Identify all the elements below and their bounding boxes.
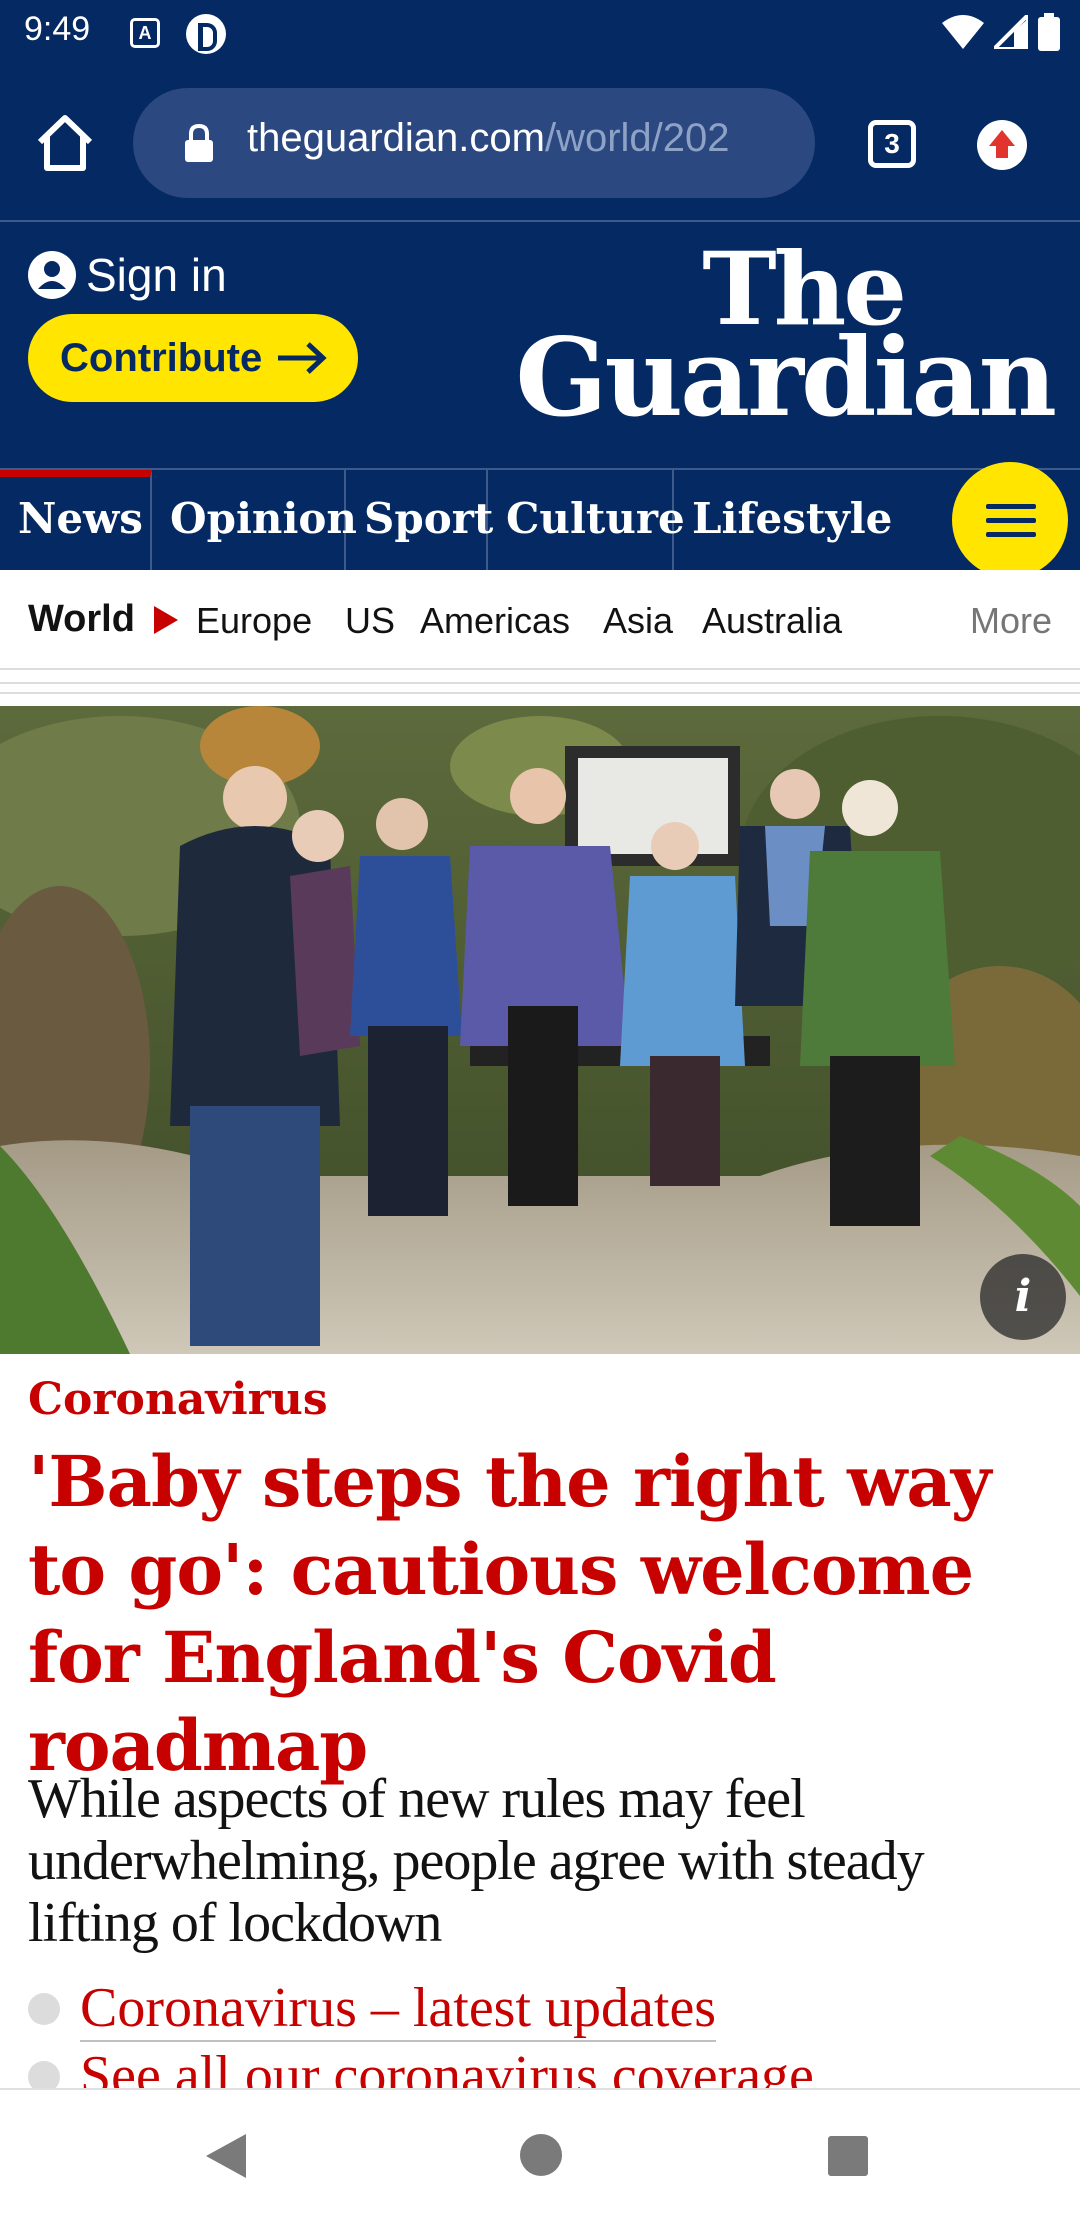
divider bbox=[0, 692, 1080, 694]
subnav-item-asia[interactable]: Asia bbox=[603, 600, 673, 642]
arrow-right-icon bbox=[278, 342, 327, 374]
home-icon[interactable] bbox=[34, 112, 96, 174]
article-standfirst: While aspects of new rules may feel unde… bbox=[28, 1768, 925, 1954]
subnav-item-europe[interactable]: Europe bbox=[196, 600, 312, 642]
back-icon[interactable] bbox=[206, 2134, 246, 2178]
article-main-image: i bbox=[0, 706, 1080, 1354]
user-icon bbox=[28, 251, 76, 299]
url-bar[interactable]: theguardian.com/world/202 bbox=[133, 88, 815, 198]
subnav-item-australia[interactable]: Australia bbox=[702, 600, 842, 642]
group-photo bbox=[0, 706, 1080, 1354]
triangle-right-icon bbox=[154, 606, 178, 634]
cell-signal-icon bbox=[994, 15, 1028, 49]
article-headline: 'Baby steps the right way to go': cautio… bbox=[28, 1440, 991, 1787]
image-info-button[interactable]: i bbox=[980, 1254, 1066, 1340]
contribute-label: Contribute bbox=[60, 335, 263, 380]
url-text: theguardian.com/world/202 bbox=[247, 116, 730, 160]
lock-icon bbox=[185, 124, 213, 162]
nav-sport[interactable]: Sport bbox=[346, 470, 493, 570]
menu-button[interactable] bbox=[952, 462, 1068, 578]
nav-opinion[interactable]: Opinion bbox=[152, 470, 357, 570]
contribute-button[interactable]: Contribute bbox=[28, 314, 358, 402]
subnav-more[interactable]: More bbox=[970, 600, 1052, 642]
recent-apps-icon[interactable] bbox=[828, 2136, 868, 2176]
system-navigation-bar bbox=[0, 2088, 1080, 2220]
subnav-item-us[interactable]: US bbox=[345, 600, 395, 642]
divider bbox=[0, 682, 1080, 684]
subnav-item-americas[interactable]: Americas bbox=[420, 600, 570, 642]
section-subnav: World Europe US Americas Asia Australia … bbox=[0, 570, 1080, 670]
related-link[interactable]: Coronavirus – latest updates bbox=[80, 1976, 717, 2042]
sign-in-link[interactable]: Sign in bbox=[28, 248, 227, 302]
pillar-nav: News Opinion Sport Culture Lifestyle bbox=[0, 462, 1080, 578]
browser-toolbar: theguardian.com/world/202 3 bbox=[0, 66, 1080, 222]
nav-lifestyle[interactable]: Lifestyle bbox=[674, 470, 894, 570]
logo-line2: Guardian bbox=[515, 315, 1057, 441]
guardian-logo[interactable]: The Guardian bbox=[515, 239, 1057, 441]
tab-switcher-button[interactable]: 3 bbox=[868, 120, 916, 168]
status-time: 9:49 bbox=[24, 10, 91, 48]
article-kicker[interactable]: Coronavirus bbox=[28, 1374, 328, 1425]
update-icon[interactable] bbox=[977, 120, 1027, 170]
wifi-icon bbox=[942, 15, 984, 49]
battery-icon bbox=[1038, 13, 1060, 51]
notification-p-icon bbox=[186, 14, 226, 54]
sign-in-label: Sign in bbox=[86, 249, 227, 301]
site-header: Sign in Contribute The Guardian bbox=[0, 222, 1080, 468]
home-circle-icon[interactable] bbox=[520, 2134, 562, 2176]
status-indicators bbox=[942, 12, 1060, 52]
status-bar: 9:49 A bbox=[0, 0, 1080, 66]
nav-culture[interactable]: Culture bbox=[488, 470, 685, 570]
notification-a-icon: A bbox=[130, 18, 160, 48]
nav-news[interactable]: News bbox=[0, 470, 152, 570]
subnav-section-world[interactable]: World bbox=[28, 598, 135, 641]
bullet-icon bbox=[28, 1993, 60, 2025]
related-link-row: Coronavirus – latest updates bbox=[28, 1976, 717, 2042]
